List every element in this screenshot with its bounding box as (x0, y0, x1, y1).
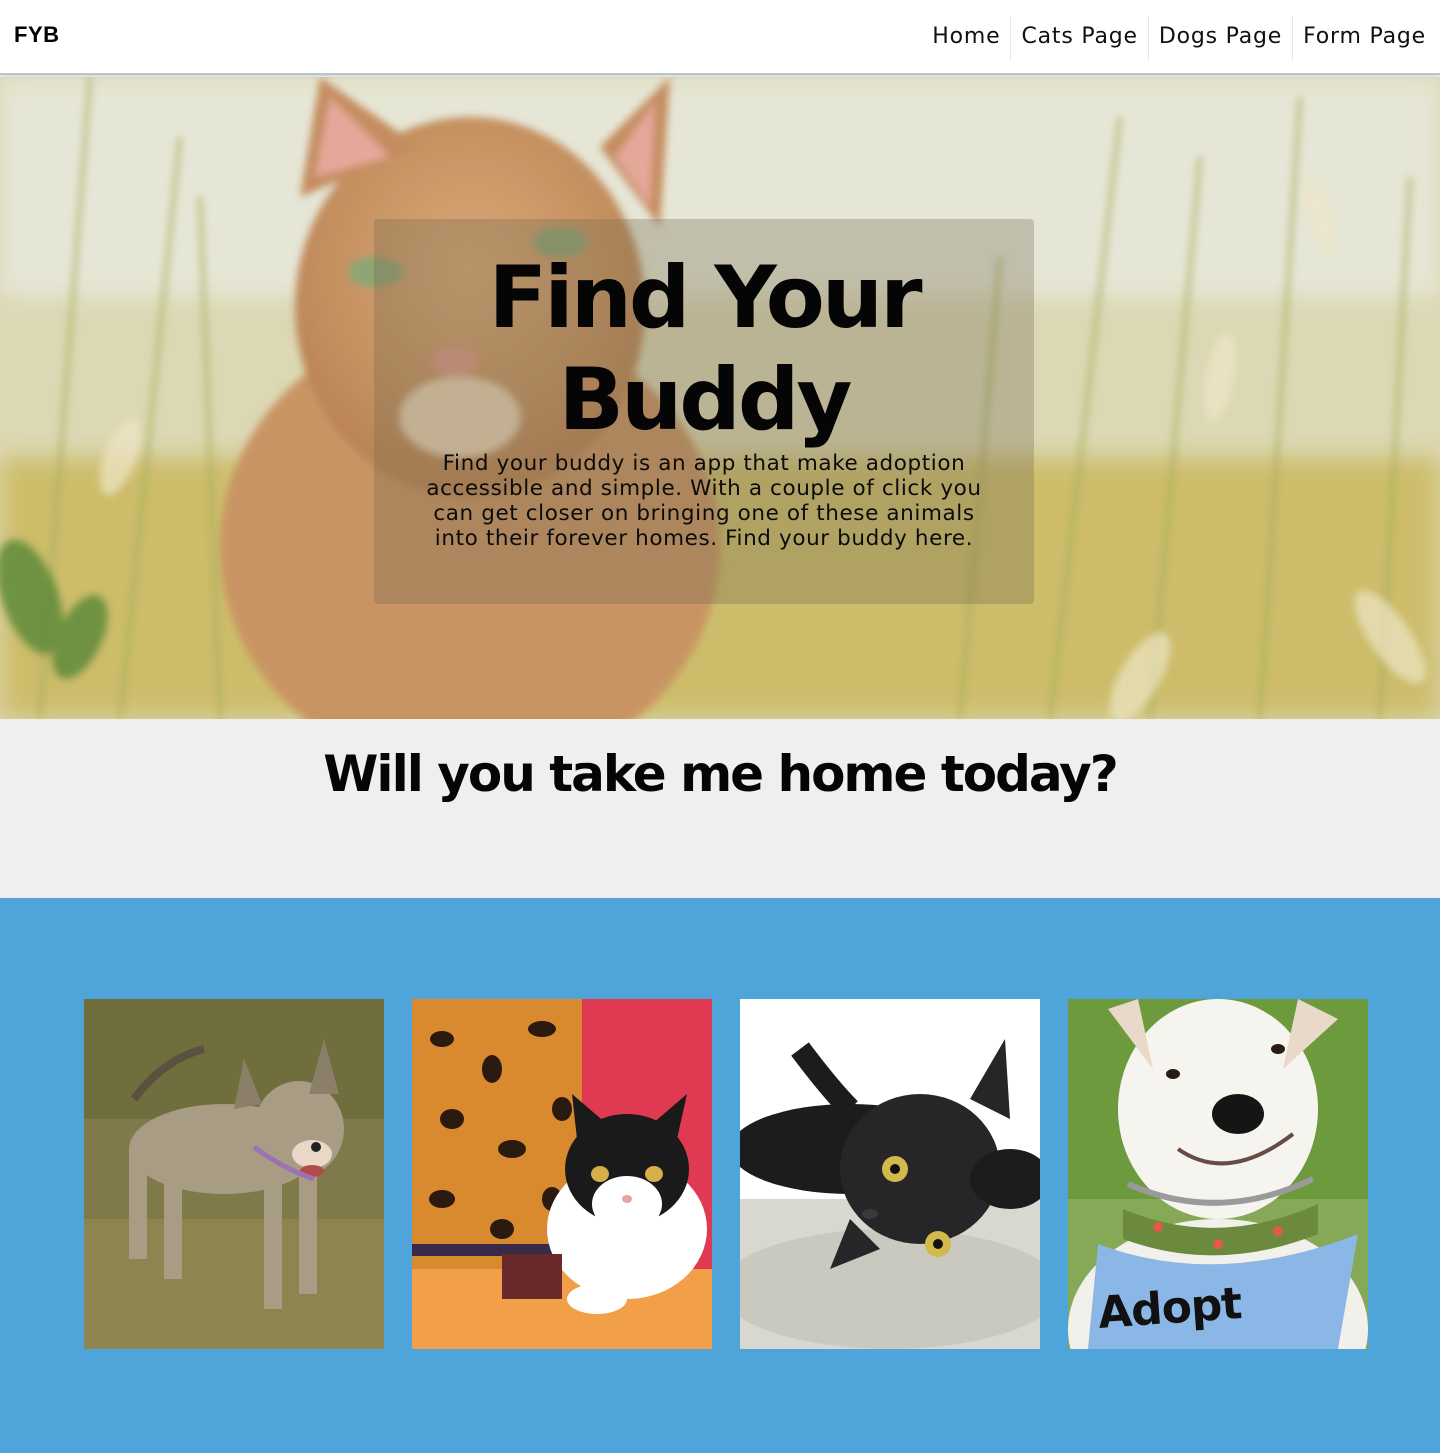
tagline-heading: Will you take me home today? (323, 745, 1118, 803)
nav-link-form[interactable]: Form Page (1293, 16, 1436, 60)
brand-logo[interactable]: FYB (14, 22, 60, 48)
dog-photo-image (84, 999, 384, 1349)
hero-card: Find Your Buddy Find your buddy is an ap… (374, 219, 1034, 604)
hero-description: Find your buddy is an app that make adop… (426, 451, 982, 551)
nav-link-cats[interactable]: Cats Page (1011, 16, 1149, 60)
nav-links: Home Cats Page Dogs Page Form Page (922, 16, 1436, 60)
cat-photo-image (740, 999, 1040, 1349)
pet-photo-cat-2[interactable] (740, 999, 1040, 1349)
pet-gallery: Adopt (0, 898, 1440, 1453)
hero-title-line1: Find Your (488, 248, 922, 348)
nav-link-home[interactable]: Home (922, 16, 1012, 60)
hero-title: Find Your Buddy (374, 247, 1034, 451)
adopt-bandana-text: Adopt (1096, 1278, 1243, 1339)
hero-section: Find Your Buddy Find your buddy is an ap… (0, 77, 1440, 719)
pet-photo-cat-1[interactable] (412, 999, 712, 1349)
navbar: FYB Home Cats Page Dogs Page Form Page (0, 0, 1440, 75)
pet-photo-dog-1[interactable] (84, 999, 384, 1349)
cat-photo-image (412, 999, 712, 1349)
pet-photo-dog-2[interactable]: Adopt (1068, 999, 1368, 1349)
nav-link-dogs[interactable]: Dogs Page (1149, 16, 1294, 60)
hero-title-line2: Buddy (558, 350, 853, 450)
tagline-section: Will you take me home today? (0, 719, 1440, 898)
